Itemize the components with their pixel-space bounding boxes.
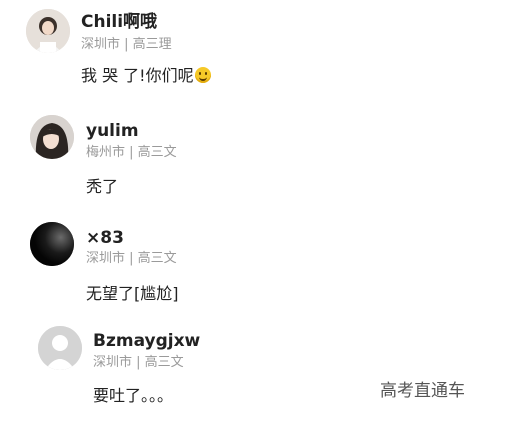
location: 深圳市	[86, 251, 126, 266]
comment-item: Chili啊哦 深圳市 | 高三理 我 哭 了!你们呢	[0, 0, 517, 100]
avatar[interactable]	[30, 115, 74, 159]
location: 深圳市	[93, 355, 133, 370]
comment-text: 无望了[尴尬]	[86, 284, 179, 303]
username[interactable]: Bzmaygjxw	[93, 331, 200, 351]
comment-item: Bzmaygjxw 深圳市 | 高三文 要吐了。。。	[0, 316, 517, 425]
school-grade: 高三文	[137, 145, 177, 160]
user-meta: 深圳市 | 高三文	[93, 355, 184, 371]
meta-separator: |	[132, 355, 145, 370]
avatar[interactable]	[30, 222, 74, 266]
meta-separator: |	[125, 251, 138, 266]
school-grade: 高三理	[132, 37, 172, 52]
comment-text: 我 哭 了!你们呢	[81, 66, 211, 86]
username[interactable]: Chili啊哦	[81, 12, 157, 32]
comment-text: 秃了	[86, 177, 119, 196]
avatar[interactable]	[26, 9, 70, 53]
default-avatar-icon	[38, 326, 82, 370]
user-meta: 深圳市 | 高三文	[86, 251, 177, 267]
comment-item: yulim 梅州市 | 高三文 秃了	[0, 100, 517, 208]
smile-emoji-icon	[194, 67, 211, 83]
comment-text-content: 我 哭 了!你们呢	[81, 66, 194, 85]
watermark: 高考直通车	[380, 381, 465, 401]
avatar-photo-icon	[26, 9, 70, 53]
avatar-photo-icon	[30, 115, 74, 159]
school-grade: 高三文	[137, 251, 177, 266]
user-meta: 深圳市 | 高三理	[81, 37, 172, 53]
avatar-photo-icon	[30, 222, 74, 266]
username[interactable]: ×83	[86, 228, 124, 248]
meta-separator: |	[125, 145, 138, 160]
location: 深圳市	[81, 37, 121, 52]
meta-separator: |	[120, 37, 133, 52]
comment-text: 要吐了。。。	[93, 386, 174, 405]
username[interactable]: yulim	[86, 121, 139, 141]
school-grade: 高三文	[144, 355, 184, 370]
user-meta: 梅州市 | 高三文	[86, 145, 177, 161]
avatar[interactable]	[38, 326, 82, 370]
location: 梅州市	[86, 145, 126, 160]
comment-item: ×83 深圳市 | 高三文 无望了[尴尬]	[0, 208, 517, 316]
